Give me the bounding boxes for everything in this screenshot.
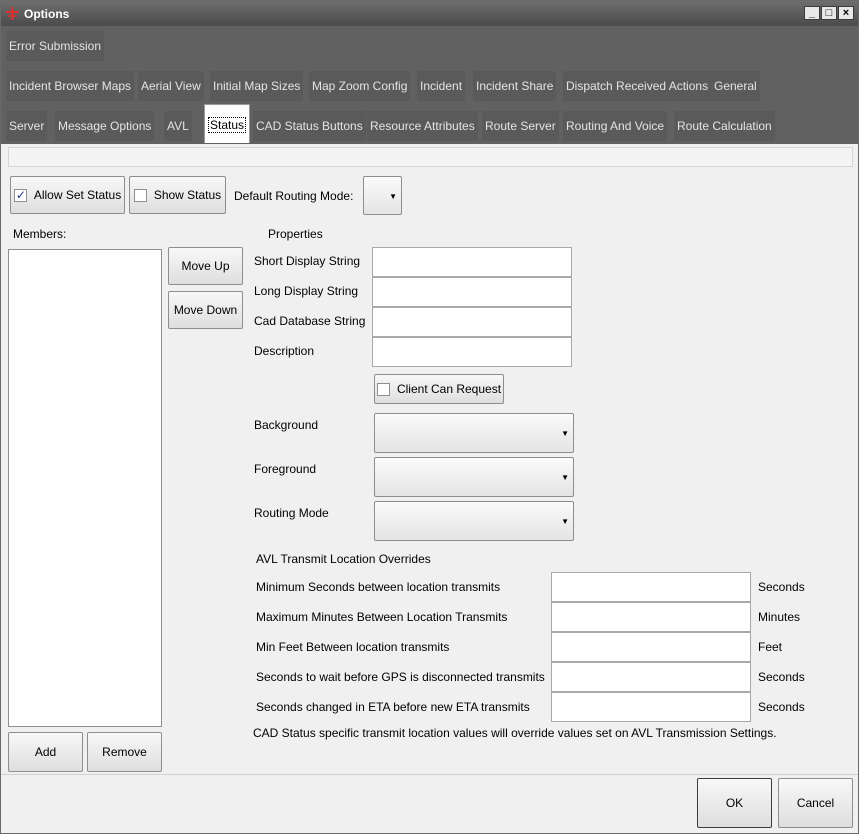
default-routing-mode-dropdown[interactable]: ▼ [363, 176, 402, 215]
long-display-input[interactable] [372, 277, 572, 307]
avl-override-note: CAD Status specific transmit location va… [253, 726, 777, 740]
tab-content-header-strip [8, 147, 853, 167]
tab-message-options[interactable]: Message Options [55, 111, 155, 141]
client-can-request-checkbox[interactable]: Client Can Request [374, 374, 504, 404]
properties-heading: Properties [268, 227, 323, 241]
show-status-checkbox[interactable]: Show Status [129, 176, 226, 214]
tab-avl[interactable]: AVL [164, 111, 192, 141]
avl-min-seconds-input[interactable] [551, 572, 751, 602]
avl-gps-disconnect-label: Seconds to wait before GPS is disconnect… [256, 670, 545, 684]
options-window: Options _ □ × Error Submission Incident … [0, 0, 859, 834]
move-up-button[interactable]: Move Up [168, 247, 243, 285]
avl-max-minutes-input[interactable] [551, 602, 751, 632]
allow-set-status-checkbox[interactable]: Allow Set Status [10, 176, 125, 214]
background-dropdown[interactable]: ▼ [374, 413, 574, 453]
long-display-label: Long Display String [254, 284, 359, 298]
maximize-button[interactable]: □ [821, 6, 837, 20]
background-label: Background [254, 418, 319, 432]
tab-cad-status-buttons[interactable]: CAD Status Buttons [253, 111, 366, 141]
tab-route-calculation[interactable]: Route Calculation [674, 111, 775, 141]
avl-eta-change-unit: Seconds [758, 700, 805, 714]
avl-max-minutes-label: Maximum Minutes Between Location Transmi… [256, 610, 508, 624]
chevron-down-icon: ▼ [389, 191, 397, 201]
avl-eta-change-input[interactable] [551, 692, 751, 722]
minimize-button[interactable]: _ [804, 6, 820, 20]
move-down-button[interactable]: Move Down [168, 291, 243, 329]
avl-min-feet-input[interactable] [551, 632, 751, 662]
client-can-request-label: Client Can Request [396, 382, 502, 396]
tab-incident-share[interactable]: Incident Share [473, 71, 557, 101]
foreground-label: Foreground [254, 462, 317, 476]
short-display-input[interactable] [372, 247, 572, 277]
tab-general[interactable]: General [711, 71, 760, 101]
members-list[interactable] [8, 249, 162, 727]
avl-eta-change-label: Seconds changed in ETA before new ETA tr… [256, 700, 530, 714]
tab-error-submission[interactable]: Error Submission [6, 31, 105, 61]
show-status-check-icon [133, 188, 147, 202]
description-label: Description [254, 344, 315, 358]
tab-incident-browser-maps[interactable]: Incident Browser Maps [6, 71, 135, 101]
window-title: Options [24, 7, 70, 21]
routing-mode-dropdown[interactable]: ▼ [374, 501, 574, 541]
description-input[interactable] [372, 337, 572, 367]
title-bar: Options _ □ × [1, 1, 858, 26]
tab-initial-map-sizes[interactable]: Initial Map Sizes [210, 71, 304, 101]
avl-min-feet-label: Min Feet Between location transmits [256, 640, 450, 654]
close-button[interactable]: × [838, 6, 854, 20]
chevron-down-icon: ▼ [561, 517, 569, 526]
tab-resource-attributes[interactable]: Resource Attributes [367, 111, 478, 141]
foreground-dropdown[interactable]: ▼ [374, 457, 574, 497]
avl-min-seconds-unit: Seconds [758, 580, 805, 594]
avl-gps-disconnect-input[interactable] [551, 662, 751, 692]
tab-aerial-view[interactable]: Aerial View [138, 71, 204, 101]
add-button[interactable]: Add [8, 732, 83, 772]
allow-set-status-check-icon [13, 188, 27, 202]
tab-incident[interactable]: Incident [417, 71, 466, 101]
show-status-label: Show Status [153, 188, 222, 202]
default-routing-mode-label: Default Routing Mode: [234, 189, 354, 203]
remove-button[interactable]: Remove [87, 732, 162, 772]
avl-overrides-heading: AVL Transmit Location Overrides [256, 552, 431, 566]
tab-status-label: Status [208, 117, 247, 133]
cad-database-input[interactable] [372, 307, 572, 337]
avl-min-feet-unit: Feet [758, 640, 783, 654]
tab-server[interactable]: Server [6, 111, 48, 141]
app-icon [6, 7, 19, 20]
avl-max-minutes-unit: Minutes [758, 610, 801, 624]
chevron-down-icon: ▼ [561, 473, 569, 482]
avl-gps-disconnect-unit: Seconds [758, 670, 805, 684]
cad-database-label: Cad Database String [254, 314, 366, 328]
tab-strip: Error Submission Incident Browser Maps A… [1, 26, 858, 144]
ok-button[interactable]: OK [697, 778, 772, 828]
short-display-label: Short Display String [254, 254, 361, 268]
client-can-request-check-icon [376, 382, 390, 396]
allow-set-status-label: Allow Set Status [33, 188, 122, 202]
routing-mode-label: Routing Mode [254, 506, 329, 520]
avl-min-seconds-label: Minimum Seconds between location transmi… [256, 580, 501, 594]
tab-map-zoom-config[interactable]: Map Zoom Config [309, 71, 411, 101]
tab-dispatch-received-actions[interactable]: Dispatch Received Actions [563, 71, 712, 101]
tab-route-server[interactable]: Route Server [482, 111, 559, 141]
tab-status[interactable]: Status [204, 104, 251, 143]
cancel-button[interactable]: Cancel [778, 778, 853, 828]
members-label: Members: [13, 227, 67, 241]
tab-routing-and-voice[interactable]: Routing And Voice [563, 111, 668, 141]
footer-divider [1, 774, 858, 775]
chevron-down-icon: ▼ [561, 429, 569, 438]
